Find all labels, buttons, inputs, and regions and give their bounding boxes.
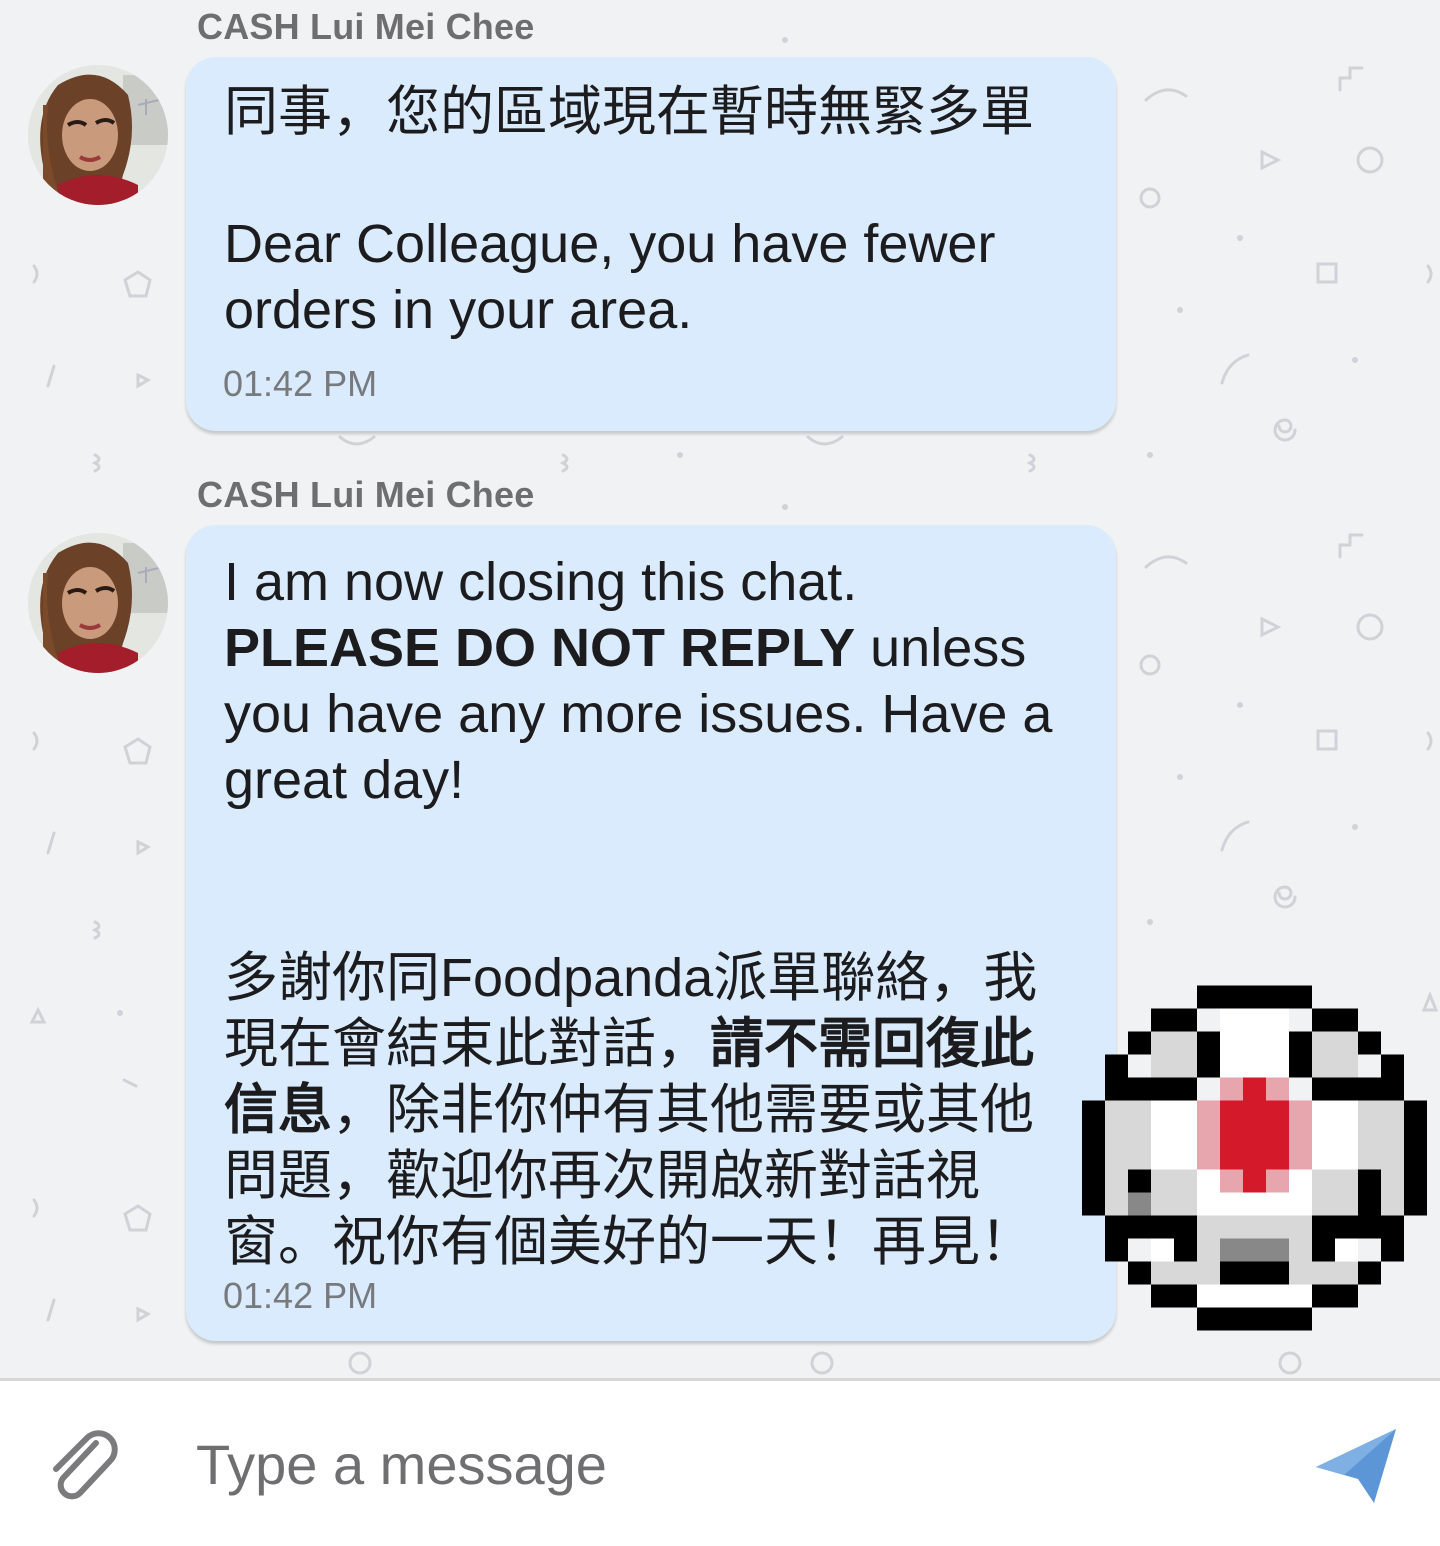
send-paper-plane-icon: [1316, 1429, 1396, 1503]
avatar-photo: [28, 65, 168, 205]
sender-name: CASH Lui Mei Chee: [197, 474, 535, 515]
message-text-span: ，除非你仲有其他需要或其他: [332, 1080, 1034, 1140]
avatar[interactable]: [28, 65, 168, 205]
message-bold-text: 請不需回復此: [710, 1014, 1034, 1074]
avatar-photo: [28, 533, 168, 673]
message-text: 同事，您的區域現在暫時無緊多單 Dear Colleague, you have …: [224, 79, 1076, 343]
attach-button[interactable]: [44, 1425, 124, 1505]
message-text-span: 現在會結束此對話，: [224, 1014, 710, 1074]
message-line: 信息，除非你仲有其他需要或其他: [224, 1077, 1076, 1143]
message-text-span: unless: [855, 618, 1027, 678]
pixel-sticker: [1082, 985, 1427, 1331]
message-line: 現在會結束此對話，請不需回復此: [224, 1011, 1076, 1077]
message-bubble[interactable]: I am now closing this chat. PLEASE DO NOT…: [186, 525, 1116, 1341]
message-line: 問題，歡迎你再次開啟新對話視: [224, 1146, 980, 1206]
message-bold-text: 信息: [224, 1080, 332, 1140]
message-input[interactable]: [196, 1419, 1256, 1509]
message-timestamp: 01:42 PM: [223, 363, 378, 404]
message-line: you have any more issues. Have a: [224, 684, 1053, 744]
sender-name: CASH Lui Mei Chee: [197, 6, 535, 47]
message-bubble[interactable]: 同事，您的區域現在暫時無緊多單 Dear Colleague, you have …: [186, 57, 1116, 431]
avatar[interactable]: [28, 533, 168, 673]
message-bold-text: PLEASE DO NOT REPLY: [224, 618, 856, 678]
chat-area[interactable]: CASH Lui Mei Chee 同事，您的區域現在暫時無緊多單 Dear Co…: [0, 0, 1440, 1378]
message-composer: [0, 1378, 1440, 1546]
message-line: orders in your area.: [224, 280, 693, 340]
message-text: I am now closing this chat. PLEASE DO NOT…: [224, 549, 1076, 1275]
message-line-blank: [224, 145, 1076, 211]
message-line: 窗。祝你有個美好的一天！再見！: [224, 1212, 1034, 1272]
message-line: 多謝你同Foodpanda派單聯絡，我: [224, 948, 1038, 1008]
message-line: 同事，您的區域現在暫時無緊多單: [224, 82, 1034, 142]
message-line: PLEASE DO NOT REPLY unless: [224, 615, 1076, 681]
message-line: great day!: [224, 750, 465, 810]
message-line: I am now closing this chat.: [224, 552, 858, 612]
send-button[interactable]: [1312, 1423, 1400, 1507]
message-timestamp: 01:42 PM: [223, 1275, 378, 1316]
message-line: Dear Colleague, you have fewer: [224, 214, 996, 274]
paperclip-icon: [53, 1430, 118, 1500]
